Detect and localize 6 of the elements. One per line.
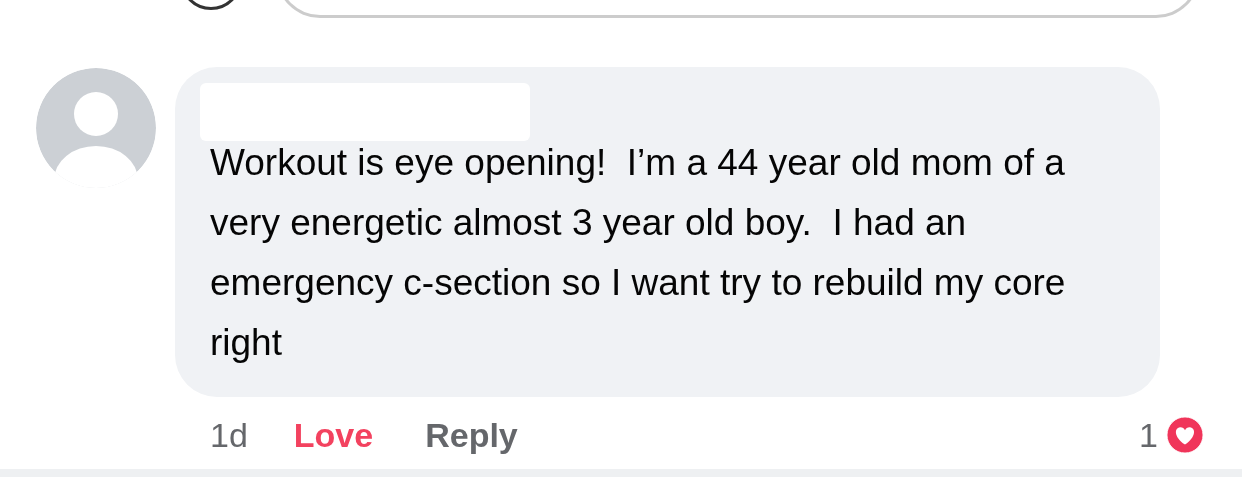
- comment-text: Workout is eye opening! I’m a 44 year old mom of a very energetic almost 3 year old boy. I had an emergency c-section so I want try to rebuild my core right: [210, 141, 1067, 365]
- comment-time: 1d: [210, 415, 248, 455]
- reaction-count: 1: [1139, 415, 1158, 455]
- avatar-icon[interactable]: [36, 68, 156, 188]
- love-link[interactable]: Love: [293, 415, 374, 455]
- reply-link[interactable]: Reply: [425, 415, 518, 455]
